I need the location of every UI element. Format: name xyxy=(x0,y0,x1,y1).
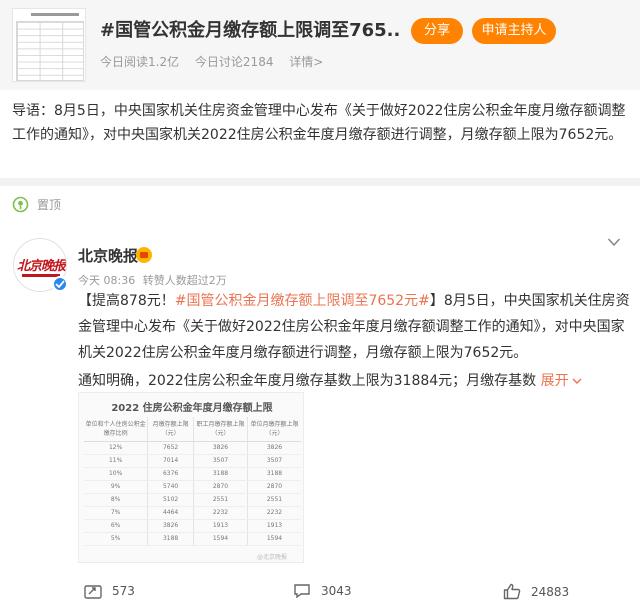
post-repost-info: 转赞人数超过2万 xyxy=(142,274,227,287)
table-cell: 3826 xyxy=(147,519,194,533)
pinned-marker: 置顶 xyxy=(12,194,61,214)
topic-discussions: 今日讨论2184 xyxy=(194,55,274,69)
avatar-logo-text: 北京晚报 xyxy=(17,259,66,274)
repost-button[interactable]: 573 xyxy=(84,583,135,599)
topic-thumbnail[interactable] xyxy=(12,8,86,82)
post-meta: 今天 08:36 转赞人数超过2万 xyxy=(78,272,231,288)
apply-host-button[interactable]: 申请主持人 xyxy=(472,18,556,44)
table-row: 8% 5102 2551 2551 xyxy=(84,493,301,507)
contribution-table: 单位和个人住房公积金缴存比例 月缴存额上限（元） 职工月缴存额上限（元） 单位月… xyxy=(84,417,301,546)
table-cell: 3507 xyxy=(247,454,301,468)
image-watermark: @北京晚报 xyxy=(257,554,288,561)
author-name[interactable]: 北京晚报 xyxy=(78,245,138,266)
expand-chevron-icon xyxy=(572,378,582,384)
table-cell: 2870 xyxy=(247,480,301,494)
topic-header: #国管公积金月缴存额上限调至765... 今日阅读1.2亿 今日讨论2184 详… xyxy=(0,0,640,90)
table-cell: 3826 xyxy=(193,441,248,455)
table-header: 单位月缴存额上限（元） xyxy=(247,417,301,442)
table-cell: 1913 xyxy=(193,519,248,533)
topic-title: #国管公积金月缴存额上限调至765... xyxy=(100,20,400,41)
table-cell: 1594 xyxy=(193,532,248,546)
table-cell: 10% xyxy=(84,467,149,481)
table-cell: 5102 xyxy=(147,493,194,507)
post-body: 【提高878元！#国管公积金月缴存额上限调至7652元#】8月5日，中央国家机关… xyxy=(78,288,633,394)
table-cell: 2551 xyxy=(193,493,248,507)
thumbs-up-icon xyxy=(503,583,521,600)
topic-intro: 导语：8月5日，中央国家机关住房资金管理中心发布《关于做好2022住房公积金年度… xyxy=(12,103,626,143)
like-count: 24883 xyxy=(531,584,570,599)
section-divider xyxy=(0,178,640,186)
table-cell: 3188 xyxy=(247,467,301,481)
table-header: 月缴存额上限（元） xyxy=(147,417,194,442)
repost-icon xyxy=(84,585,102,599)
expand-link[interactable]: 展开 xyxy=(541,373,582,389)
post-image[interactable]: 2022 住房公积金年度月缴存额上限 单位和个人住房公积金缴存比例 月缴存额上限… xyxy=(78,392,304,563)
table-cell: 6376 xyxy=(147,467,194,481)
table-cell: 3188 xyxy=(147,532,194,546)
table-row: 10% 6376 3188 3188 xyxy=(84,467,301,481)
table-header: 单位和个人住房公积金缴存比例 xyxy=(84,417,149,442)
table-cell: 11% xyxy=(84,454,149,468)
table-cell: 7014 xyxy=(147,454,194,468)
table-row: 6% 3826 1913 1913 xyxy=(84,519,301,533)
verified-badge-icon xyxy=(52,276,68,292)
comment-button[interactable]: 3043 xyxy=(293,583,352,599)
table-header: 职工月缴存额上限（元） xyxy=(193,417,248,442)
post-time: 今天 08:36 xyxy=(78,274,136,287)
repost-count: 573 xyxy=(112,584,135,598)
table-cell: 4464 xyxy=(147,506,194,520)
table-cell: 2870 xyxy=(193,480,248,494)
table-cell: 2551 xyxy=(247,493,301,507)
table-cell: 3826 xyxy=(247,441,301,455)
post-actions: 573 3043 24883 xyxy=(0,583,640,607)
chevron-down-icon[interactable] xyxy=(607,236,621,248)
table-row: 11% 7014 3507 3507 xyxy=(84,454,301,468)
comment-count: 3043 xyxy=(321,584,352,598)
table-cell: 1594 xyxy=(247,532,301,546)
table-cell: 3507 xyxy=(193,454,248,468)
pinned-label: 置顶 xyxy=(37,197,62,212)
post-paragraph-1: 【提高878元！#国管公积金月缴存额上限调至7652元#】8月5日，中央国家机关… xyxy=(78,293,630,361)
topic-hashtag-link[interactable]: #国管公积金月缴存额上限调至7652元# xyxy=(175,293,430,309)
topic-reads: 今日阅读1.2亿 xyxy=(100,55,180,69)
table-cell: 8% xyxy=(84,493,149,507)
table-cell: 6% xyxy=(84,519,149,533)
table-cell: 5740 xyxy=(147,480,194,494)
comment-icon xyxy=(294,584,310,599)
table-cell: 3188 xyxy=(193,467,248,481)
table-cell: 1913 xyxy=(247,519,301,533)
table-cell: 9% xyxy=(84,480,149,494)
image-table-title: 2022 住房公积金年度月缴存额上限 xyxy=(111,403,273,414)
vip-badge-icon xyxy=(136,247,152,263)
pin-icon xyxy=(12,196,29,212)
post-paragraph-2: 通知明确，2022住房公积金年度月缴存基数上限为31884元；月缴存基数 展开 xyxy=(78,368,633,394)
table-row: 7% 4464 2232 2232 xyxy=(84,506,301,520)
table-cell: 5% xyxy=(84,532,149,546)
table-cell: 2232 xyxy=(247,506,301,520)
table-row: 5% 3188 1594 1594 xyxy=(84,532,301,546)
table-cell: 12% xyxy=(84,441,149,455)
table-row: 12% 7652 3826 3826 xyxy=(84,441,301,455)
table-row: 9% 5740 2870 2870 xyxy=(84,480,301,494)
share-button[interactable]: 分享 xyxy=(411,18,463,44)
table-cell: 2232 xyxy=(193,506,248,520)
topic-details-link[interactable]: 详情> xyxy=(289,55,323,69)
table-cell: 7652 xyxy=(147,441,194,455)
like-button[interactable]: 24883 xyxy=(503,583,569,600)
topic-stats: 今日阅读1.2亿 今日讨论2184 详情> xyxy=(100,53,335,70)
table-cell: 7% xyxy=(84,506,149,520)
